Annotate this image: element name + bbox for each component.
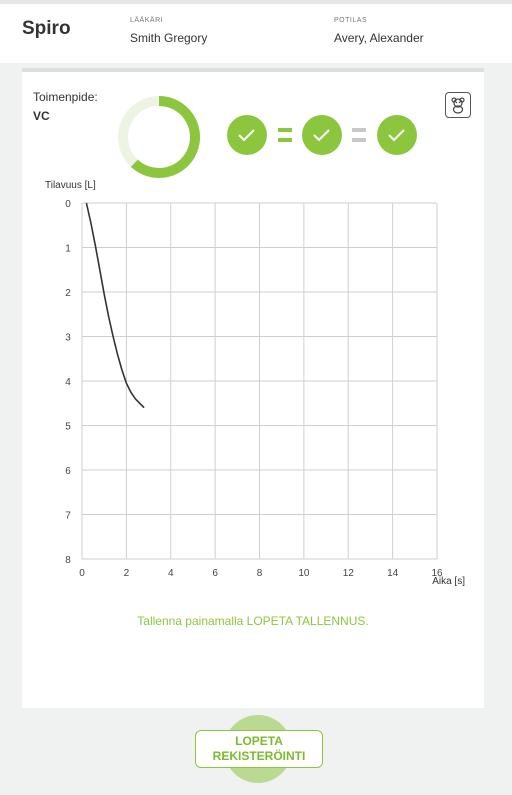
app-title: Spiro xyxy=(22,18,71,39)
top-bar: Spiro LÄÄKÄRI Smith Gregory POTILAS Aver… xyxy=(0,0,512,63)
x-axis-label: Aika [s] xyxy=(432,576,465,587)
x-tick-label: 8 xyxy=(257,568,263,579)
procedure-value: VC xyxy=(33,109,50,123)
stop-registration-button[interactable]: LOPETA REKISTERÖINTI xyxy=(195,730,323,768)
equals-icon-2 xyxy=(352,128,366,142)
x-tick-label: 12 xyxy=(343,568,355,579)
status-message: Tallenna painamalla LOPETA TALLENNUS. xyxy=(137,614,369,628)
x-tick-label: 4 xyxy=(168,568,174,579)
patient-label: POTILAS xyxy=(334,17,368,24)
check-2-icon xyxy=(302,115,342,155)
progress-ring-arc xyxy=(130,96,200,178)
y-tick-label: 3 xyxy=(65,333,71,344)
check-1-icon xyxy=(227,115,267,155)
y-tick-label: 6 xyxy=(65,466,71,477)
y-tick-label: 8 xyxy=(65,555,71,566)
x-tick-label: 6 xyxy=(212,568,218,579)
x-tick-label: 14 xyxy=(387,568,399,579)
stop-button-line1: LOPETA xyxy=(235,734,283,748)
y-tick-label: 0 xyxy=(65,199,71,210)
progress-ring xyxy=(118,96,200,178)
patient-name: Avery, Alexander xyxy=(334,31,424,45)
procedure-label: Toimenpide: xyxy=(33,90,98,104)
y-tick-label: 4 xyxy=(65,377,71,388)
x-tick-label: 2 xyxy=(124,568,130,579)
equals-icon xyxy=(278,128,292,142)
y-tick-label: 1 xyxy=(65,244,71,255)
x-tick-label: 0 xyxy=(79,568,85,579)
doctor-name: Smith Gregory xyxy=(130,31,208,45)
teddy-bear-icon xyxy=(451,97,465,114)
volume-curve xyxy=(85,202,145,409)
y-tick-label: 5 xyxy=(65,422,71,433)
x-tick-label: 10 xyxy=(298,568,310,579)
kid-mode-button[interactable] xyxy=(445,92,471,118)
stop-button-line2: REKISTERÖINTI xyxy=(212,749,306,763)
attempt-checks xyxy=(227,115,417,155)
y-tick-label: 7 xyxy=(65,511,71,522)
doctor-label: LÄÄKÄRI xyxy=(130,17,164,24)
volume-time-chart: 012345678 0 2 4 6 8 10 12 14 16 Tilavuus [L] Aik… xyxy=(45,180,465,587)
y-axis-label: Tilavuus [L] xyxy=(45,180,96,191)
check-3-icon xyxy=(377,115,417,155)
measurement-card: Toimenpide: VC 0 1 2 3 4 5 6 7 8 0 2 4 6… xyxy=(22,68,484,708)
y-tick-label: 2 xyxy=(65,288,71,299)
